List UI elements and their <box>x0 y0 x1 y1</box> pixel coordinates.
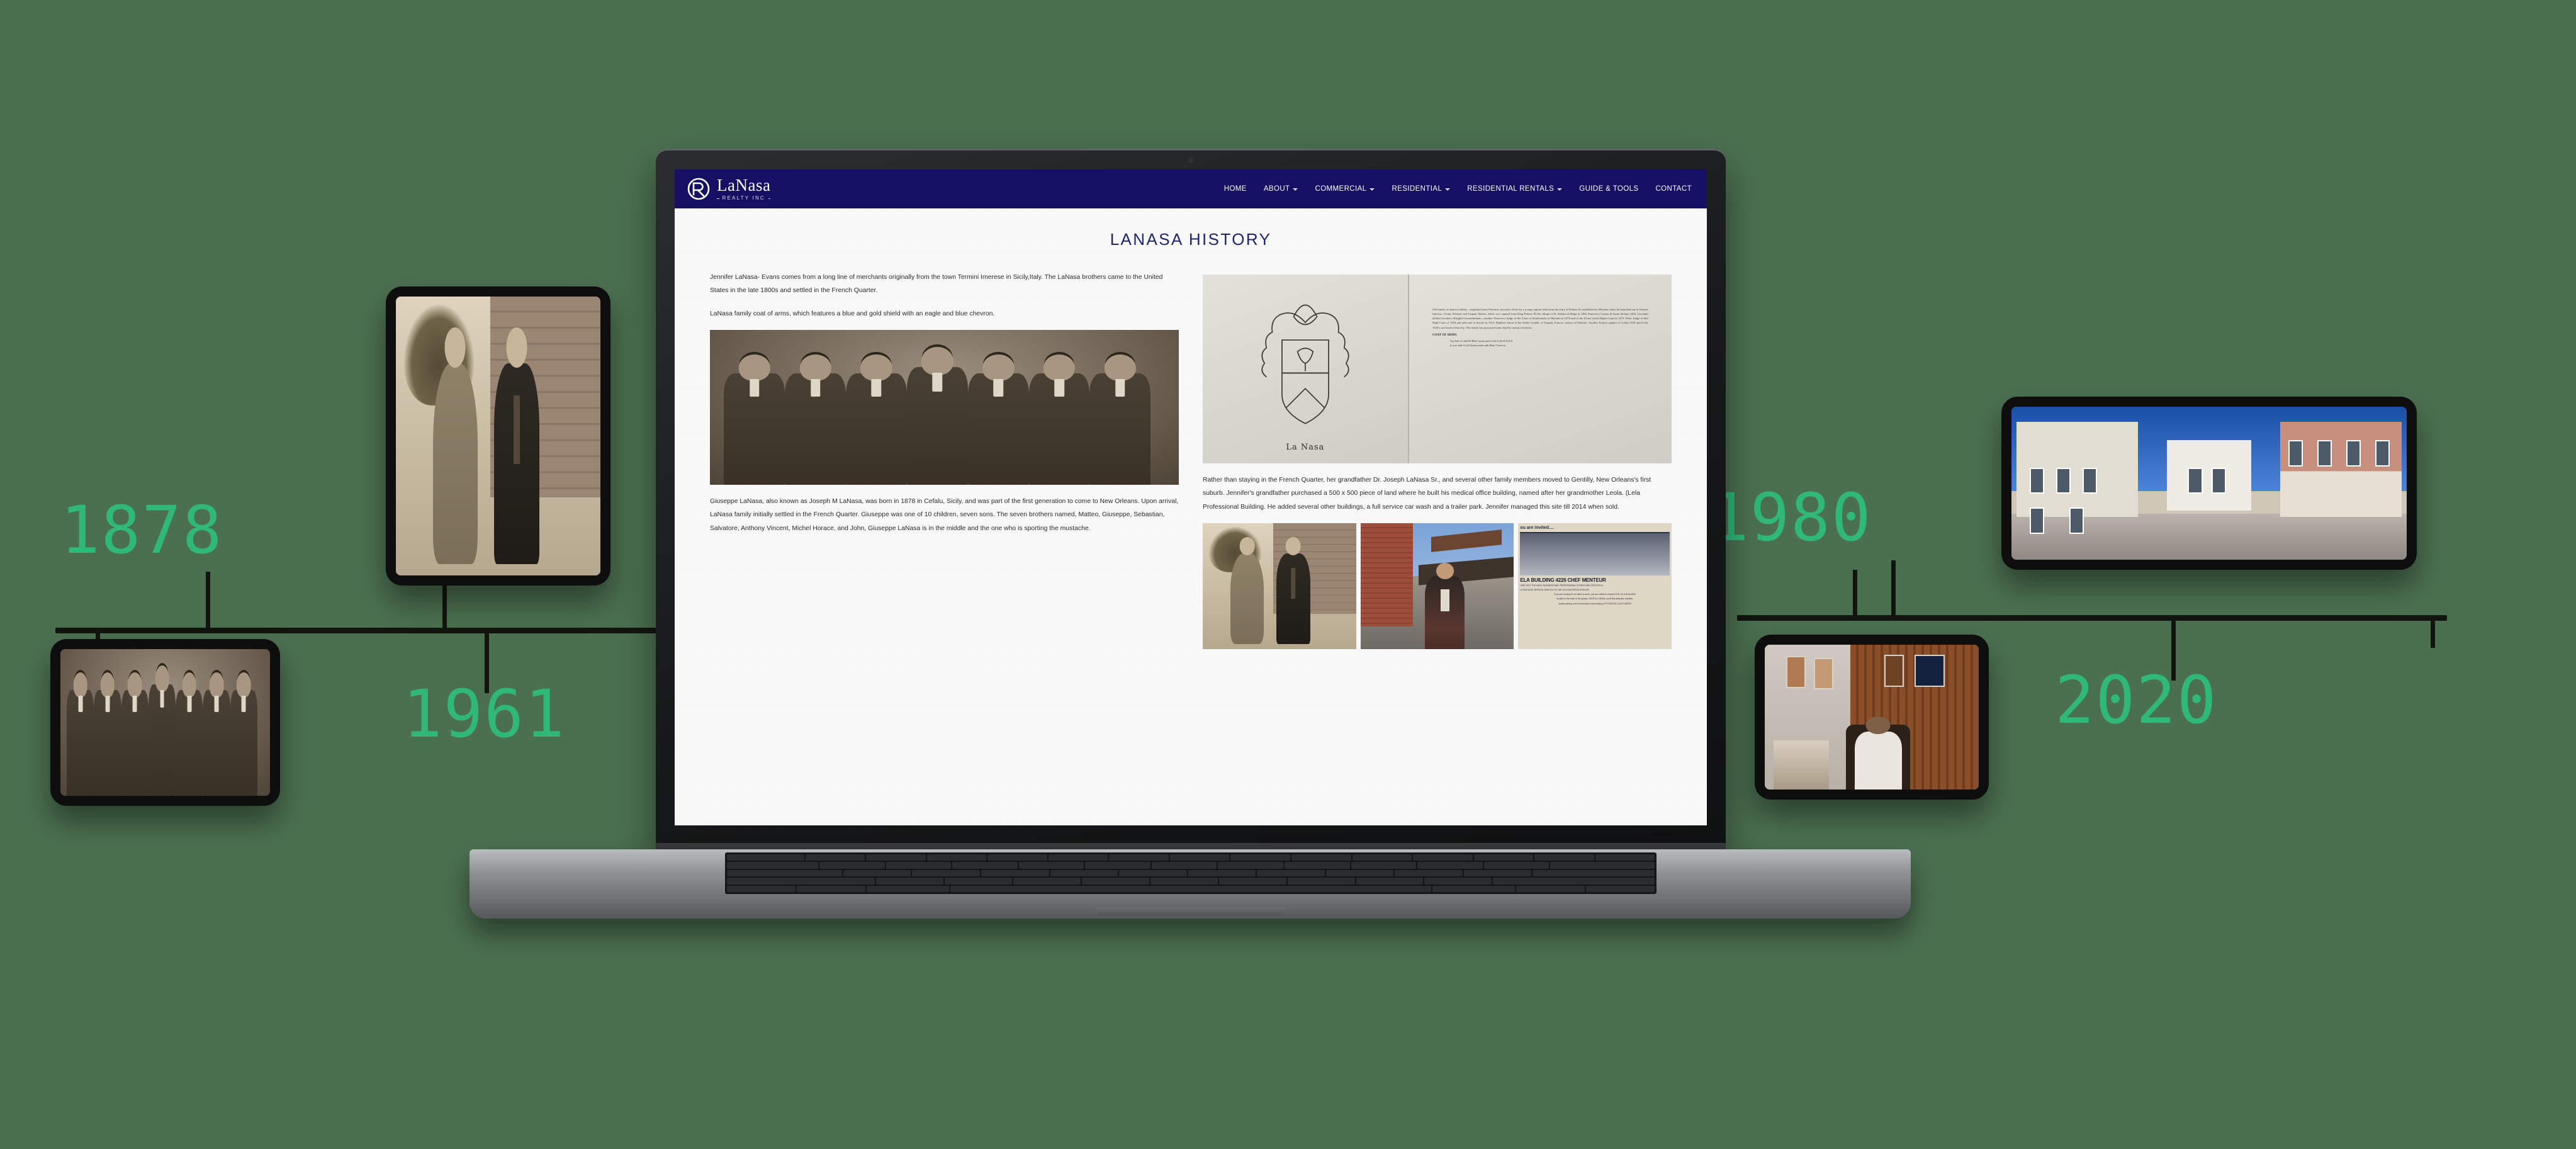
nav-item-home[interactable]: HOME <box>1224 185 1247 193</box>
clipping-line-4: located in the heart of the greater GENT… <box>1556 597 1633 601</box>
photo-seven-brothers <box>710 329 1179 485</box>
photo-seven-brothers-1878 <box>60 649 270 796</box>
left-paragraph-2: LaNasa family coat of arms, which featur… <box>710 310 995 317</box>
nav-item-home-label: HOME <box>1223 185 1247 193</box>
coat-of-arms-body: Old family of distinct nobility , origin… <box>1432 308 1648 329</box>
left-column: Jennifer LaNasa- Evans comes from a long… <box>710 271 1179 649</box>
nav-item-contact-label: CONTACT <box>1655 185 1692 193</box>
nav-item-residential[interactable]: RESIDENTIAL <box>1392 185 1451 193</box>
nav-item-about[interactable]: ABOUT <box>1264 185 1298 193</box>
nav-item-residential-rentals[interactable]: RESIDENTIAL RENTALS <box>1467 185 1563 193</box>
device-tablet-1878[interactable] <box>50 639 280 806</box>
coat-of-arms-caption: La Nasa <box>1286 443 1325 452</box>
nav-item-guide-tools-label: GUIDE & TOOLS <box>1579 185 1639 193</box>
nav-item-contact[interactable]: CONTACT <box>1655 185 1692 193</box>
clipping-kicker: ou are invited.... <box>1520 525 1554 530</box>
newspaper-clipping: ou are invited.... ELA BUILDING 4226 CHE… <box>1518 523 1672 649</box>
keyboard-row <box>727 885 1655 892</box>
keyboard-row <box>727 854 1655 861</box>
figure-coat-of-arms: La Nasa Old family of distinct nobility … <box>1203 275 1672 463</box>
timeline-stem-1961-device <box>442 586 447 631</box>
coat-of-arms-text-page: Old family of distinct nobility , origin… <box>1409 275 1672 463</box>
device-screen-2020 <box>2011 407 2407 560</box>
nav-item-residential-label: RESIDENTIAL <box>1392 185 1443 193</box>
chevron-down-icon <box>1370 188 1375 191</box>
laptop-screen: LaNasa REALTY INC HOME ABOUT COMMERCIAL … <box>675 169 1707 825</box>
coat-of-arms-crest-page: La Nasa <box>1203 275 1409 463</box>
figure-seven-brothers <box>710 329 1179 485</box>
timeline-scene: 1878 1961 1980 2020 LaNasa REALTY INC HO… <box>0 0 2576 1149</box>
gallery-photo-newspaper-clipping: ou are invited.... ELA BUILDING 4226 CHE… <box>1518 523 1672 649</box>
site-logo-word: LaNasa <box>717 176 771 195</box>
site-nav: HOME ABOUT COMMERCIAL RESIDENTIAL RESIDE… <box>1224 185 1692 193</box>
page-title: LANASA HISTORY <box>1110 230 1272 249</box>
timeline-stem-1980-device <box>2431 618 2435 648</box>
photo-building-3-2020 <box>2275 407 2407 560</box>
nav-item-residential-rentals-label: RESIDENTIAL RENTALS <box>1467 185 1555 193</box>
content-columns: Jennifer LaNasa- Evans comes from a long… <box>675 271 1707 649</box>
laptop-mockup: LaNasa REALTY INC HOME ABOUT COMMERCIAL … <box>470 149 1911 948</box>
laptop-lid: LaNasa REALTY INC HOME ABOUT COMMERCIAL … <box>656 149 1726 853</box>
clipping-line-5: ample parking, and a tremendous surround… <box>1558 602 1631 605</box>
clipping-line-1: OME VISIT THE MANY BUSINESS AND PROFESSI… <box>1520 584 1603 587</box>
right-paragraph-1: Rather than staying in the French Quarte… <box>1203 477 1651 511</box>
clipping-line-3: If you are looking for an office or stor… <box>1554 593 1636 596</box>
site-logo[interactable]: LaNasa REALTY INC <box>686 176 771 201</box>
site-page-body: LANASA HISTORY Jennifer LaNasa- Evans co… <box>675 208 1707 825</box>
left-paragraph-3: Giuseppe LaNasa, also known as Joseph M … <box>710 497 1179 532</box>
coat-of-arms-icon <box>1242 293 1369 429</box>
clipping-building-image <box>1520 531 1670 576</box>
gallery-photo-man-exterior <box>1360 523 1514 649</box>
chevron-down-icon <box>1445 188 1451 191</box>
gallery-photo-couple <box>1203 523 1356 649</box>
timeline-year-1878: 1878 <box>60 492 223 569</box>
timeline-year-2020: 2020 <box>2055 662 2218 739</box>
nav-item-guide-tools[interactable]: GUIDE & TOOLS <box>1579 185 1638 193</box>
site-logo-subtitle: REALTY INC <box>722 195 765 201</box>
coat-of-arms-line-1: Top half of shield=Blue backround with G… <box>1449 339 1513 342</box>
right-gallery: ou are invited.... ELA BUILDING 4226 CHE… <box>1203 523 1672 649</box>
clipping-line-2: LA BUILDING SERVING GENTILLY IN THE LELA… <box>1520 589 1589 592</box>
lanasa-monogram-icon <box>686 176 711 201</box>
timeline-stem-1878-year <box>206 572 210 631</box>
device-tablet-2020[interactable] <box>2001 397 2417 570</box>
website-viewport: LaNasa REALTY INC HOME ABOUT COMMERCIAL … <box>675 169 1707 825</box>
clipping-headline: ELA BUILDING 4226 CHEF MENTEUR <box>1520 577 1606 584</box>
nav-item-about-label: ABOUT <box>1263 185 1290 193</box>
photo-building-2-2020 <box>2143 407 2275 560</box>
coat-of-arms-document: La Nasa Old family of distinct nobility … <box>1203 275 1672 463</box>
keyboard-row <box>727 869 1655 877</box>
left-paragraph-1: Jennifer LaNasa- Evans comes from a long… <box>710 274 1163 295</box>
right-column: La Nasa Old family of distinct nobility … <box>1203 271 1672 649</box>
chevron-down-icon <box>1293 188 1298 191</box>
device-screen-1878 <box>60 649 270 796</box>
coat-of-arms-line-2: Lower half=Gold backround with Blue Chev… <box>1449 344 1506 348</box>
nav-item-commercial[interactable]: COMMERCIAL <box>1315 185 1375 193</box>
nav-item-commercial-label: COMMERCIAL <box>1315 185 1367 193</box>
chevron-down-icon <box>1557 188 1563 191</box>
photo-building-1-2020 <box>2011 407 2144 560</box>
site-logo-text: LaNasa REALTY INC <box>717 176 771 201</box>
site-logo-subtitle-row: REALTY INC <box>717 195 771 201</box>
laptop-keyboard[interactable] <box>725 852 1656 894</box>
keyboard-row <box>727 878 1655 885</box>
keyboard-row <box>727 862 1655 869</box>
coat-of-arms-heading: COAT OF ARMS: <box>1432 333 1458 337</box>
site-navbar: LaNasa REALTY INC HOME ABOUT COMMERCIAL … <box>675 169 1707 208</box>
